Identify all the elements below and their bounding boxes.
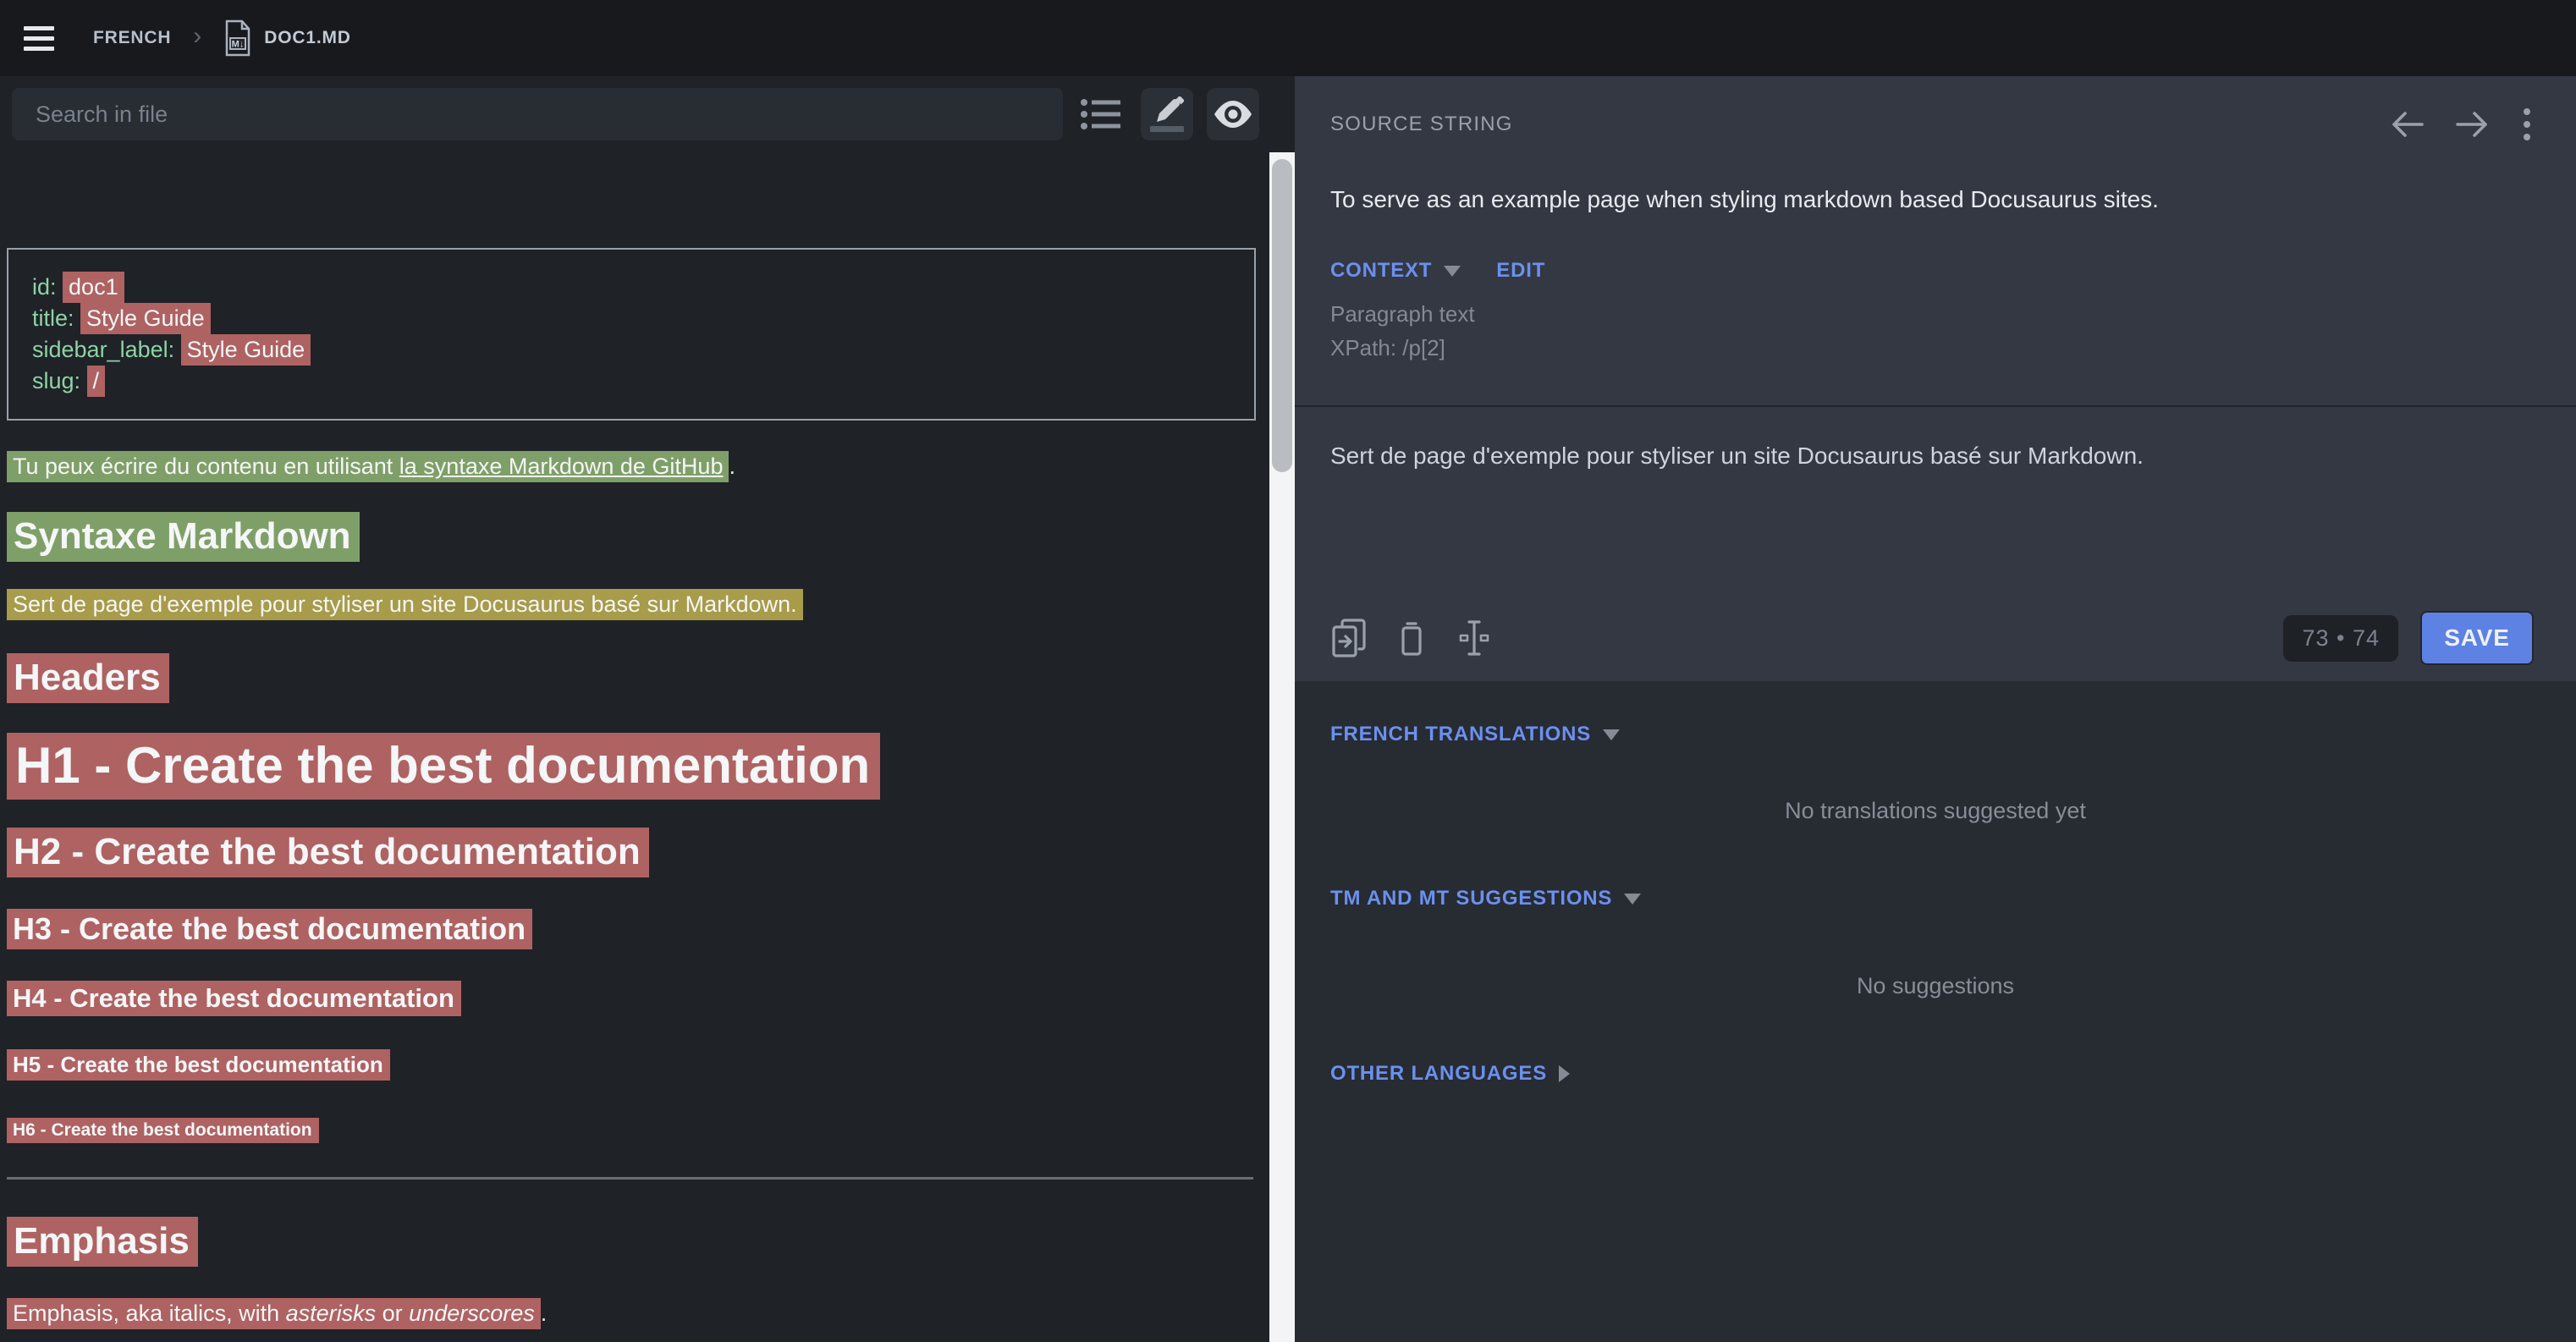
search-row	[0, 76, 1269, 152]
text-cursor-icon	[1456, 617, 1493, 659]
copy-source-button[interactable]	[1330, 617, 1368, 659]
translation-toolbar: 73 • 74 SAVE	[1330, 610, 2534, 666]
string-h3[interactable]: H3 - Create the best documentation	[7, 911, 1256, 947]
italic-word: underscores	[409, 1301, 535, 1326]
intro-period: .	[729, 454, 735, 479]
string-h1[interactable]: H1 - Create the best documentation	[7, 736, 1256, 795]
string-heading-syntax[interactable]: Syntaxe Markdown	[7, 515, 1256, 558]
no-translations-message: No translations suggested yet	[1295, 798, 2576, 824]
string-heading-emphasis[interactable]: Emphasis	[7, 1220, 1256, 1262]
breadcrumb-file[interactable]: DOC1.MD	[264, 28, 350, 48]
frontmatter-line: id: doc1	[32, 272, 1230, 303]
source-string-text: To serve as an example page when styling…	[1330, 186, 2534, 213]
string-frontmatter-slug[interactable]: /	[87, 366, 106, 397]
divider	[7, 1177, 1253, 1180]
context-type: Paragraph text	[1330, 301, 2534, 327]
string-paragraph-active[interactable]: Sert de page d'exemple pour styliser un …	[7, 590, 1256, 619]
menu-icon[interactable]	[24, 19, 61, 57]
chevron-down-icon	[1603, 729, 1620, 740]
breadcrumb-project[interactable]: FRENCH	[93, 28, 171, 48]
preview-mode-icon	[1213, 100, 1253, 129]
markdown-syntax-link[interactable]: la syntaxe Markdown de GitHub	[399, 454, 724, 479]
frontmatter-line: sidebar_label: Style Guide	[32, 334, 1230, 366]
preview-mode-button[interactable]	[1207, 88, 1259, 140]
context-xpath: XPath: /p[2]	[1330, 335, 2534, 361]
string-heading-headers[interactable]: Headers	[7, 657, 1256, 699]
section-tm-mt-suggestions[interactable]: TM AND MT SUGGESTIONS	[1295, 887, 2576, 910]
intro-text: Tu peux écrire du contenu en utilisant	[13, 454, 399, 479]
edit-mode-icon	[1150, 96, 1184, 124]
previous-string-button[interactable]	[2388, 109, 2427, 140]
active-mode-indicator	[1150, 126, 1184, 132]
no-suggestions-message: No suggestions	[1295, 973, 2576, 999]
italic-word: asterisks	[286, 1301, 377, 1326]
string-frontmatter-sidebar-label[interactable]: Style Guide	[181, 334, 311, 366]
emphasis-period: .	[541, 1301, 548, 1326]
french-translations-label: FRENCH TRANSLATIONS	[1330, 723, 1591, 746]
frontmatter-key: title:	[32, 305, 80, 331]
markdown-file-icon: M↓	[223, 19, 252, 57]
previous-string-icon	[2388, 109, 2427, 140]
character-counter: 73 • 74	[2283, 615, 2398, 662]
copy-source-icon	[1330, 617, 1368, 659]
translation-panel: SOURCE STRING To serve as an example pag…	[1295, 76, 2576, 1342]
svg-text:M↓: M↓	[232, 40, 245, 50]
preview-scrollbar-thumb[interactable]	[1272, 159, 1292, 472]
frontmatter-line: slug: /	[32, 366, 1230, 397]
string-list-button[interactable]	[1075, 88, 1127, 140]
suggestions-area: FRENCH TRANSLATIONS No translations sugg…	[1295, 681, 2576, 1086]
next-string-icon	[2452, 109, 2491, 140]
string-h4[interactable]: H4 - Create the best documentation	[7, 983, 1256, 1014]
string-frontmatter-title[interactable]: Style Guide	[80, 303, 211, 334]
string-h2[interactable]: H2 - Create the best documentation	[7, 831, 1256, 873]
string-frontmatter-id[interactable]: doc1	[63, 272, 124, 303]
translation-editor[interactable]: Sert de page d'exemple pour styliser un …	[1295, 407, 2576, 681]
frontmatter-key: id:	[32, 274, 63, 300]
delete-translation-icon	[1396, 617, 1427, 659]
string-paragraph-intro[interactable]: Tu peux écrire du contenu en utilisant l…	[7, 452, 1256, 481]
delete-translation-button[interactable]	[1396, 617, 1427, 659]
context-row: CONTEXT EDIT	[1330, 259, 2534, 283]
frontmatter-key: sidebar_label:	[32, 337, 181, 362]
next-string-button[interactable]	[2452, 109, 2491, 140]
chevron-down-icon	[1624, 894, 1641, 905]
text-cursor-button[interactable]	[1456, 617, 1493, 659]
source-string-label: SOURCE STRING	[1330, 113, 1513, 136]
chevron-right-icon: ›	[193, 24, 201, 52]
frontmatter-block: id: doc1 title: Style Guide sidebar_labe…	[7, 248, 1256, 421]
save-button[interactable]: SAVE	[2420, 611, 2534, 665]
file-preview-panel: id: doc1 title: Style Guide sidebar_labe…	[0, 76, 1269, 1342]
string-list-icon	[1080, 96, 1122, 132]
other-languages-label: OTHER LANGUAGES	[1330, 1062, 1547, 1086]
chevron-down-icon	[1444, 266, 1461, 277]
preview-scrollbar-track[interactable]	[1269, 152, 1295, 1342]
emphasis-text: Emphasis, aka italics, with	[13, 1301, 286, 1326]
tm-mt-label: TM AND MT SUGGESTIONS	[1330, 887, 1612, 910]
string-h6[interactable]: H6 - Create the best documentation	[7, 1120, 1256, 1141]
document-preview: id: doc1 title: Style Guide sidebar_labe…	[0, 228, 1269, 1342]
string-paragraph-emphasis[interactable]: Emphasis, aka italics, with asterisks or…	[7, 1299, 1256, 1328]
translation-input[interactable]: Sert de page d'exemple pour styliser un …	[1330, 443, 2534, 470]
edit-mode-button[interactable]	[1141, 88, 1193, 140]
more-options-icon[interactable]	[2520, 105, 2534, 144]
topbar: FRENCH › M↓ DOC1.MD	[0, 0, 2576, 76]
emphasis-text: or	[376, 1301, 409, 1326]
frontmatter-key: slug:	[32, 368, 87, 393]
section-other-languages[interactable]: OTHER LANGUAGES	[1295, 1062, 2576, 1086]
source-string-card: SOURCE STRING To serve as an example pag…	[1295, 76, 2576, 407]
context-dropdown[interactable]: CONTEXT	[1330, 259, 1432, 283]
string-h5[interactable]: H5 - Create the best documentation	[7, 1052, 1256, 1078]
section-french-translations[interactable]: FRENCH TRANSLATIONS	[1295, 681, 2576, 746]
search-input[interactable]	[12, 88, 1063, 140]
source-string-header: SOURCE STRING	[1330, 105, 2534, 144]
edit-context-button[interactable]: EDIT	[1496, 259, 1545, 283]
chevron-right-icon	[1559, 1065, 1570, 1082]
frontmatter-line: title: Style Guide	[32, 303, 1230, 334]
